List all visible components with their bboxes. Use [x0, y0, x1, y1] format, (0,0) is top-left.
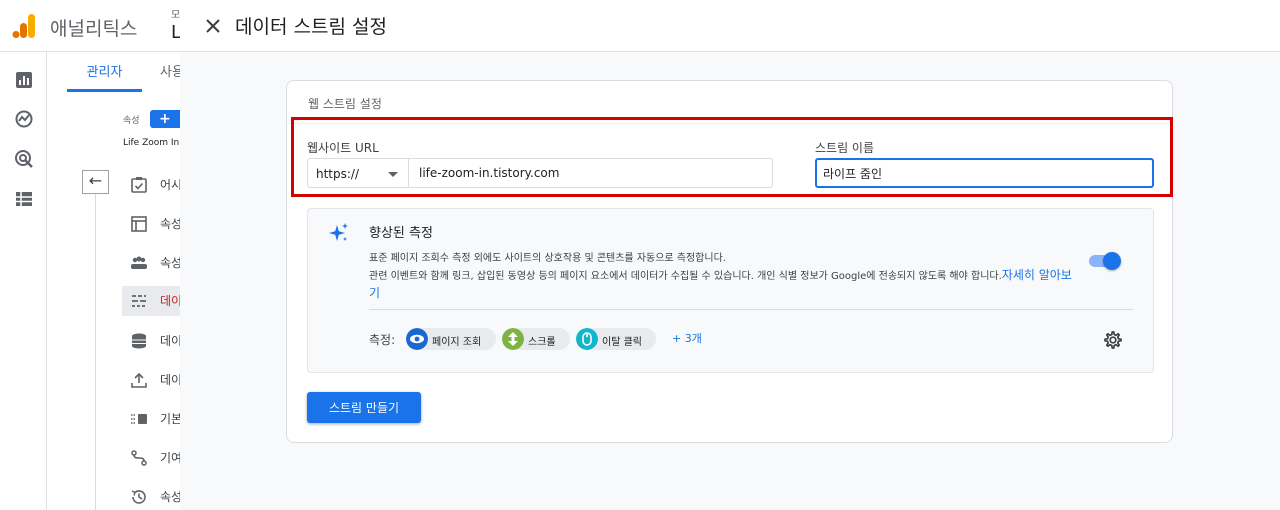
data-streams-icon: [132, 295, 146, 307]
checklist-icon: [131, 177, 147, 193]
property-selector[interactable]: Life Zoom In (: [123, 138, 180, 148]
menu-item-data-streams[interactable]: 데이: [122, 286, 180, 316]
close-icon[interactable]: [201, 14, 225, 38]
menu-item-label: 데이: [160, 334, 180, 348]
reports-icon[interactable]: [14, 70, 34, 90]
menu-item-reporting-identity[interactable]: 기본: [122, 404, 180, 434]
dialog-title: 데이터 스트림 설정: [235, 16, 387, 38]
people-icon: [131, 256, 147, 269]
tab-admin[interactable]: 관리자: [67, 60, 142, 92]
report-identity-icon: [131, 414, 147, 424]
menu-item-label: 기여: [160, 451, 180, 465]
gear-icon[interactable]: [1103, 330, 1123, 350]
menu-item-label: 속성: [160, 490, 180, 504]
menu-item-setup-assistant[interactable]: 어시: [122, 170, 180, 200]
description-line-1: 표준 페이지 조회수 측정 외에도 사이트의 상호작용 및 콘텐츠를 자동으로 …: [369, 253, 726, 264]
menu-item-property-access[interactable]: 속성: [122, 248, 180, 278]
mouse-icon: [576, 328, 598, 350]
stream-name-label: 스트림 이름: [815, 141, 875, 155]
stream-name-input[interactable]: [815, 158, 1154, 188]
data-stream-dialog: 데이터 스트림 설정 웹 스트림 설정 웹사이트 URL https:// 스트…: [180, 0, 1280, 510]
menu-item-label: 기본: [160, 412, 180, 426]
eye-icon: [406, 328, 428, 350]
measurement-label: 측정:: [369, 333, 396, 347]
menu-item-label: 데이: [160, 294, 180, 308]
upload-icon: [131, 372, 147, 388]
database-icon: [132, 333, 146, 349]
dialog-header: 데이터 스트림 설정: [180, 0, 1280, 52]
enhanced-measurement-toggle[interactable]: [1089, 252, 1121, 270]
card-divider: [287, 123, 1172, 124]
configure-icon[interactable]: [14, 189, 34, 209]
advertising-icon[interactable]: [14, 149, 34, 169]
website-url-input[interactable]: [409, 158, 773, 188]
chip-outbound-clicks[interactable]: 이탈 클릭: [576, 328, 656, 350]
menu-item-label: 어시: [160, 178, 180, 192]
property-label: 속성: [123, 116, 140, 126]
protocol-select[interactable]: https://: [307, 158, 409, 188]
menu-item-label: 데이: [160, 373, 180, 387]
explore-icon[interactable]: [14, 109, 34, 129]
app-header: 애널리틱스: [0, 0, 180, 52]
enhanced-measurement-panel: 향상된 측정 표준 페이지 조회수 측정 외에도 사이트의 상호작용 및 콘텐츠…: [307, 208, 1154, 373]
web-stream-card: 웹 스트림 설정 웹사이트 URL https:// 스트림 이름 향상된 측정…: [286, 80, 1173, 443]
enhanced-measurement-description: 표준 페이지 조회수 측정 외에도 사이트의 상호작용 및 콘텐츠를 자동으로 …: [369, 251, 1081, 303]
chip-page-views[interactable]: 페이지 조회: [406, 328, 496, 350]
create-property-button[interactable]: +: [150, 110, 182, 128]
enhanced-divider: [369, 309, 1133, 310]
chip-label: 스크롤: [528, 337, 556, 348]
analytics-logo[interactable]: [12, 13, 36, 39]
chip-scroll[interactable]: 스크롤: [502, 328, 570, 350]
more-measurements-link[interactable]: + 3개: [672, 330, 702, 346]
menu-item-property-settings[interactable]: 속성: [122, 209, 180, 239]
sparkle-icon: [329, 223, 348, 241]
chevron-down-icon: [388, 172, 398, 177]
website-url-label: 웹사이트 URL: [307, 141, 379, 155]
property-settings-icon: [131, 216, 147, 232]
history-icon: [131, 490, 146, 504]
card-title: 웹 스트림 설정: [308, 97, 382, 111]
nav-rail: [0, 52, 47, 510]
menu-item-label: 속성: [160, 256, 180, 270]
description-line-2: 관련 이벤트와 함께 링크, 삽입된 동영상 등의 페이지 요소에서 데이터가 …: [369, 271, 1002, 282]
menu-item-label: 속성: [160, 217, 180, 231]
create-stream-button[interactable]: 스트림 만들기: [307, 392, 421, 423]
toggle-knob: [1103, 252, 1121, 270]
panel-divider: [95, 194, 96, 510]
scroll-icon: [502, 328, 524, 350]
menu-item-data-collection[interactable]: 데이: [122, 326, 180, 356]
attribution-icon: [131, 450, 147, 466]
menu-item-data-import[interactable]: 데이: [122, 365, 180, 395]
protocol-value: https://: [316, 167, 360, 181]
chip-label: 페이지 조회: [432, 337, 482, 348]
chip-label: 이탈 클릭: [602, 337, 642, 348]
account-label: 모: [171, 10, 181, 21]
menu-item-attribution[interactable]: 기여: [122, 443, 180, 473]
menu-item-property-history[interactable]: 속성: [122, 482, 180, 510]
app-name: 애널리틱스: [50, 18, 138, 40]
back-button[interactable]: ←: [82, 170, 109, 194]
enhanced-measurement-title: 향상된 측정: [369, 226, 433, 241]
